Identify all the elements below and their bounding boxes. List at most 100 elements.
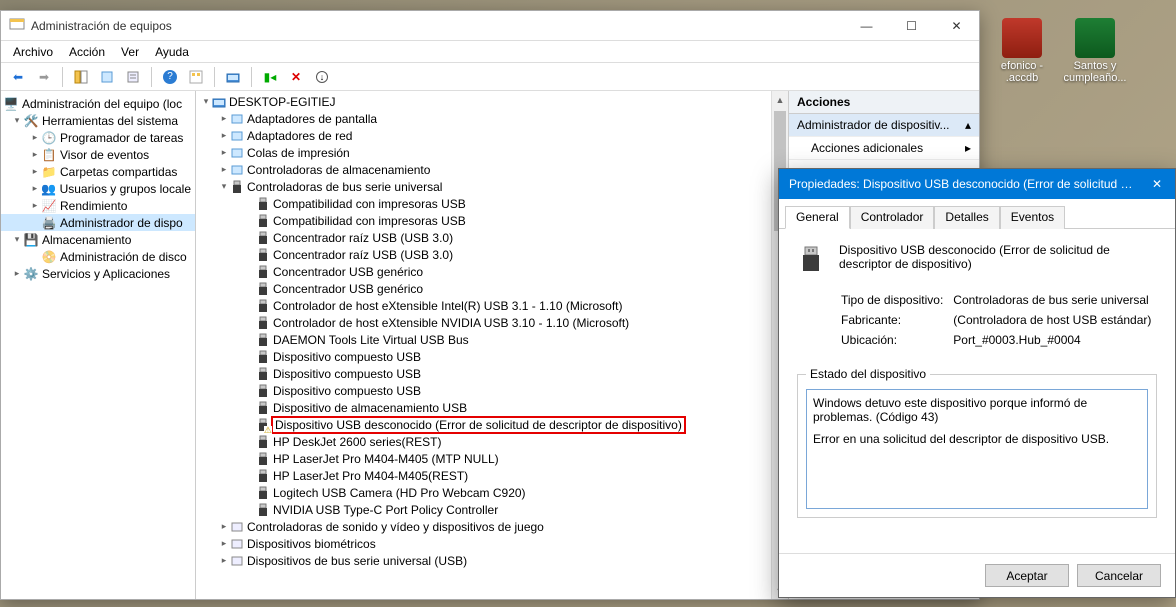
- tree-row[interactable]: ▸Colas de impresión: [196, 144, 788, 161]
- tab-general[interactable]: General: [785, 206, 850, 229]
- tab-controlador[interactable]: Controlador: [850, 206, 935, 229]
- dialog-titlebar[interactable]: Propiedades: Dispositivo USB desconocido…: [779, 169, 1175, 199]
- tree-row[interactable]: Compatibilidad con impresoras USB: [196, 212, 788, 229]
- tree-row[interactable]: Concentrador USB genérico: [196, 263, 788, 280]
- nav-root[interactable]: Administración del equipo (loc: [22, 97, 182, 111]
- separator: [214, 67, 215, 87]
- chevron-right-icon[interactable]: ▸: [218, 521, 230, 532]
- computer-icon: [212, 95, 226, 109]
- tree-row[interactable]: Dispositivo compuesto USB: [196, 382, 788, 399]
- tree-row[interactable]: ▾Controladoras de bus serie universal: [196, 178, 788, 195]
- nav-item[interactable]: Usuarios y grupos locale: [60, 182, 191, 196]
- tree-row[interactable]: ▸Controladoras de almacenamiento: [196, 161, 788, 178]
- tree-row[interactable]: Concentrador USB genérico: [196, 280, 788, 297]
- tree-row[interactable]: DAEMON Tools Lite Virtual USB Bus: [196, 331, 788, 348]
- properties-button[interactable]: [96, 66, 118, 88]
- tree-row[interactable]: Controlador de host eXtensible Intel(R) …: [196, 297, 788, 314]
- forward-button[interactable]: ➡: [33, 66, 55, 88]
- nav-item[interactable]: Visor de eventos: [60, 148, 149, 162]
- close-button[interactable]: ✕: [934, 11, 979, 40]
- tree-row[interactable]: Controlador de host eXtensible NVIDIA US…: [196, 314, 788, 331]
- tree-row[interactable]: ▸ Adaptadores de red: [196, 127, 788, 144]
- collapse-icon[interactable]: ▴: [965, 118, 971, 132]
- chevron-down-icon[interactable]: ▾: [11, 115, 23, 126]
- nav-item[interactable]: Carpetas compartidas: [60, 165, 177, 179]
- usb-controller-icon: [230, 180, 244, 194]
- chevron-right-icon[interactable]: ▸: [29, 200, 41, 211]
- dialog-close-button[interactable]: ✕: [1139, 169, 1175, 199]
- back-button[interactable]: ⬅: [7, 66, 29, 88]
- nav-item[interactable]: Rendimiento: [60, 199, 127, 213]
- tree-row[interactable]: NVIDIA USB Type-C Port Policy Controller: [196, 501, 788, 518]
- nav-device-manager[interactable]: Administrador de dispo: [60, 216, 183, 230]
- desktop-icon-access[interactable]: efonico - .accdb: [987, 18, 1057, 84]
- tree-row[interactable]: HP DeskJet 2600 series(REST): [196, 433, 788, 450]
- tab-detalles[interactable]: Detalles: [934, 206, 999, 229]
- device-tree-panel[interactable]: ▾DESKTOP-EGITIEJ▸Adaptadores de pantalla…: [196, 91, 789, 599]
- menu-accion[interactable]: Acción: [63, 43, 111, 61]
- tree-row[interactable]: Compatibilidad con impresoras USB: [196, 195, 788, 212]
- tree-label: Adaptadores de red: [247, 129, 352, 143]
- tree-row[interactable]: ▸Adaptadores de pantalla: [196, 110, 788, 127]
- nav-sys-tools[interactable]: Herramientas del sistema: [42, 114, 178, 128]
- chevron-down-icon[interactable]: ▾: [218, 181, 230, 192]
- tree-row[interactable]: ▸Controladoras de sonido y vídeo y dispo…: [196, 518, 788, 535]
- tree-row[interactable]: Dispositivo de almacenamiento USB: [196, 399, 788, 416]
- tree-row[interactable]: Dispositivo USB desconocido (Error de so…: [196, 416, 788, 433]
- chevron-right-icon[interactable]: ▸: [965, 141, 971, 155]
- tree-row[interactable]: Logitech USB Camera (HD Pro Webcam C920): [196, 484, 788, 501]
- chevron-right-icon[interactable]: ▸: [29, 149, 41, 160]
- navigation-tree[interactable]: 🖥️Administración del equipo (loc ▾🛠️Herr…: [1, 91, 196, 599]
- titlebar[interactable]: Administración de equipos — ☐ ✕: [1, 11, 979, 41]
- chevron-right-icon[interactable]: ▸: [218, 130, 230, 141]
- performance-icon: 📈: [41, 198, 57, 214]
- help-button[interactable]: ?: [159, 66, 181, 88]
- actions-section-secondary[interactable]: Acciones adicionales ▸: [789, 137, 979, 160]
- chevron-right-icon[interactable]: ▸: [218, 164, 230, 175]
- chevron-right-icon[interactable]: ▸: [29, 132, 41, 143]
- chevron-right-icon[interactable]: ▸: [218, 538, 230, 549]
- tree-row[interactable]: Dispositivo compuesto USB: [196, 365, 788, 382]
- nav-storage[interactable]: Almacenamiento: [42, 233, 131, 247]
- tree-row[interactable]: ▸Dispositivos de bus serie universal (US…: [196, 552, 788, 569]
- maximize-button[interactable]: ☐: [889, 11, 934, 40]
- tree-row[interactable]: Concentrador raíz USB (USB 3.0): [196, 229, 788, 246]
- menu-ver[interactable]: Ver: [115, 43, 145, 61]
- menu-archivo[interactable]: Archivo: [7, 43, 59, 61]
- tree-row[interactable]: HP LaserJet Pro M404-M405 (MTP NULL): [196, 450, 788, 467]
- chevron-right-icon[interactable]: ▸: [11, 268, 23, 279]
- status-textbox[interactable]: Windows detuvo este dispositivo porque i…: [806, 389, 1148, 509]
- actions-section-primary[interactable]: Administrador de dispositiv... ▴: [789, 114, 979, 137]
- desktop-icon-excel[interactable]: Santos y cumpleaño...: [1060, 18, 1130, 84]
- ok-button[interactable]: Aceptar: [985, 564, 1069, 587]
- tree-row[interactable]: HP LaserJet Pro M404-M405(REST): [196, 467, 788, 484]
- chevron-right-icon[interactable]: ▸: [29, 166, 41, 177]
- scan-hardware-button[interactable]: [222, 66, 244, 88]
- view-button[interactable]: [185, 66, 207, 88]
- chevron-down-icon[interactable]: ▾: [200, 96, 212, 107]
- tree-row[interactable]: Concentrador raíz USB (USB 3.0): [196, 246, 788, 263]
- export-list-button[interactable]: [122, 66, 144, 88]
- chevron-right-icon[interactable]: ▸: [218, 147, 230, 158]
- usb-bus-icon: [230, 554, 244, 568]
- scroll-up-arrow[interactable]: ▲: [772, 91, 788, 108]
- chevron-right-icon[interactable]: ▸: [218, 113, 230, 124]
- tree-row[interactable]: Dispositivo compuesto USB: [196, 348, 788, 365]
- nav-item[interactable]: Administración de disco: [60, 250, 187, 264]
- enable-button[interactable]: ▮◂: [259, 66, 281, 88]
- tree-row[interactable]: ▸Dispositivos biométricos: [196, 535, 788, 552]
- nav-item[interactable]: Programador de tareas: [60, 131, 183, 145]
- tab-eventos[interactable]: Eventos: [1000, 206, 1065, 229]
- chevron-down-icon[interactable]: ▾: [11, 234, 23, 245]
- show-hide-tree-button[interactable]: [70, 66, 92, 88]
- nav-services[interactable]: Servicios y Aplicaciones: [42, 267, 170, 281]
- minimize-button[interactable]: —: [844, 11, 889, 40]
- label-vendor: Fabricante:: [837, 311, 947, 329]
- menu-ayuda[interactable]: Ayuda: [149, 43, 195, 61]
- cancel-button[interactable]: Cancelar: [1077, 564, 1161, 587]
- chevron-right-icon[interactable]: ▸: [218, 555, 230, 566]
- chevron-right-icon[interactable]: ▸: [29, 183, 41, 194]
- uninstall-button[interactable]: ✕: [285, 66, 307, 88]
- tree-row[interactable]: ▾DESKTOP-EGITIEJ: [196, 93, 788, 110]
- update-driver-button[interactable]: ↓: [311, 66, 333, 88]
